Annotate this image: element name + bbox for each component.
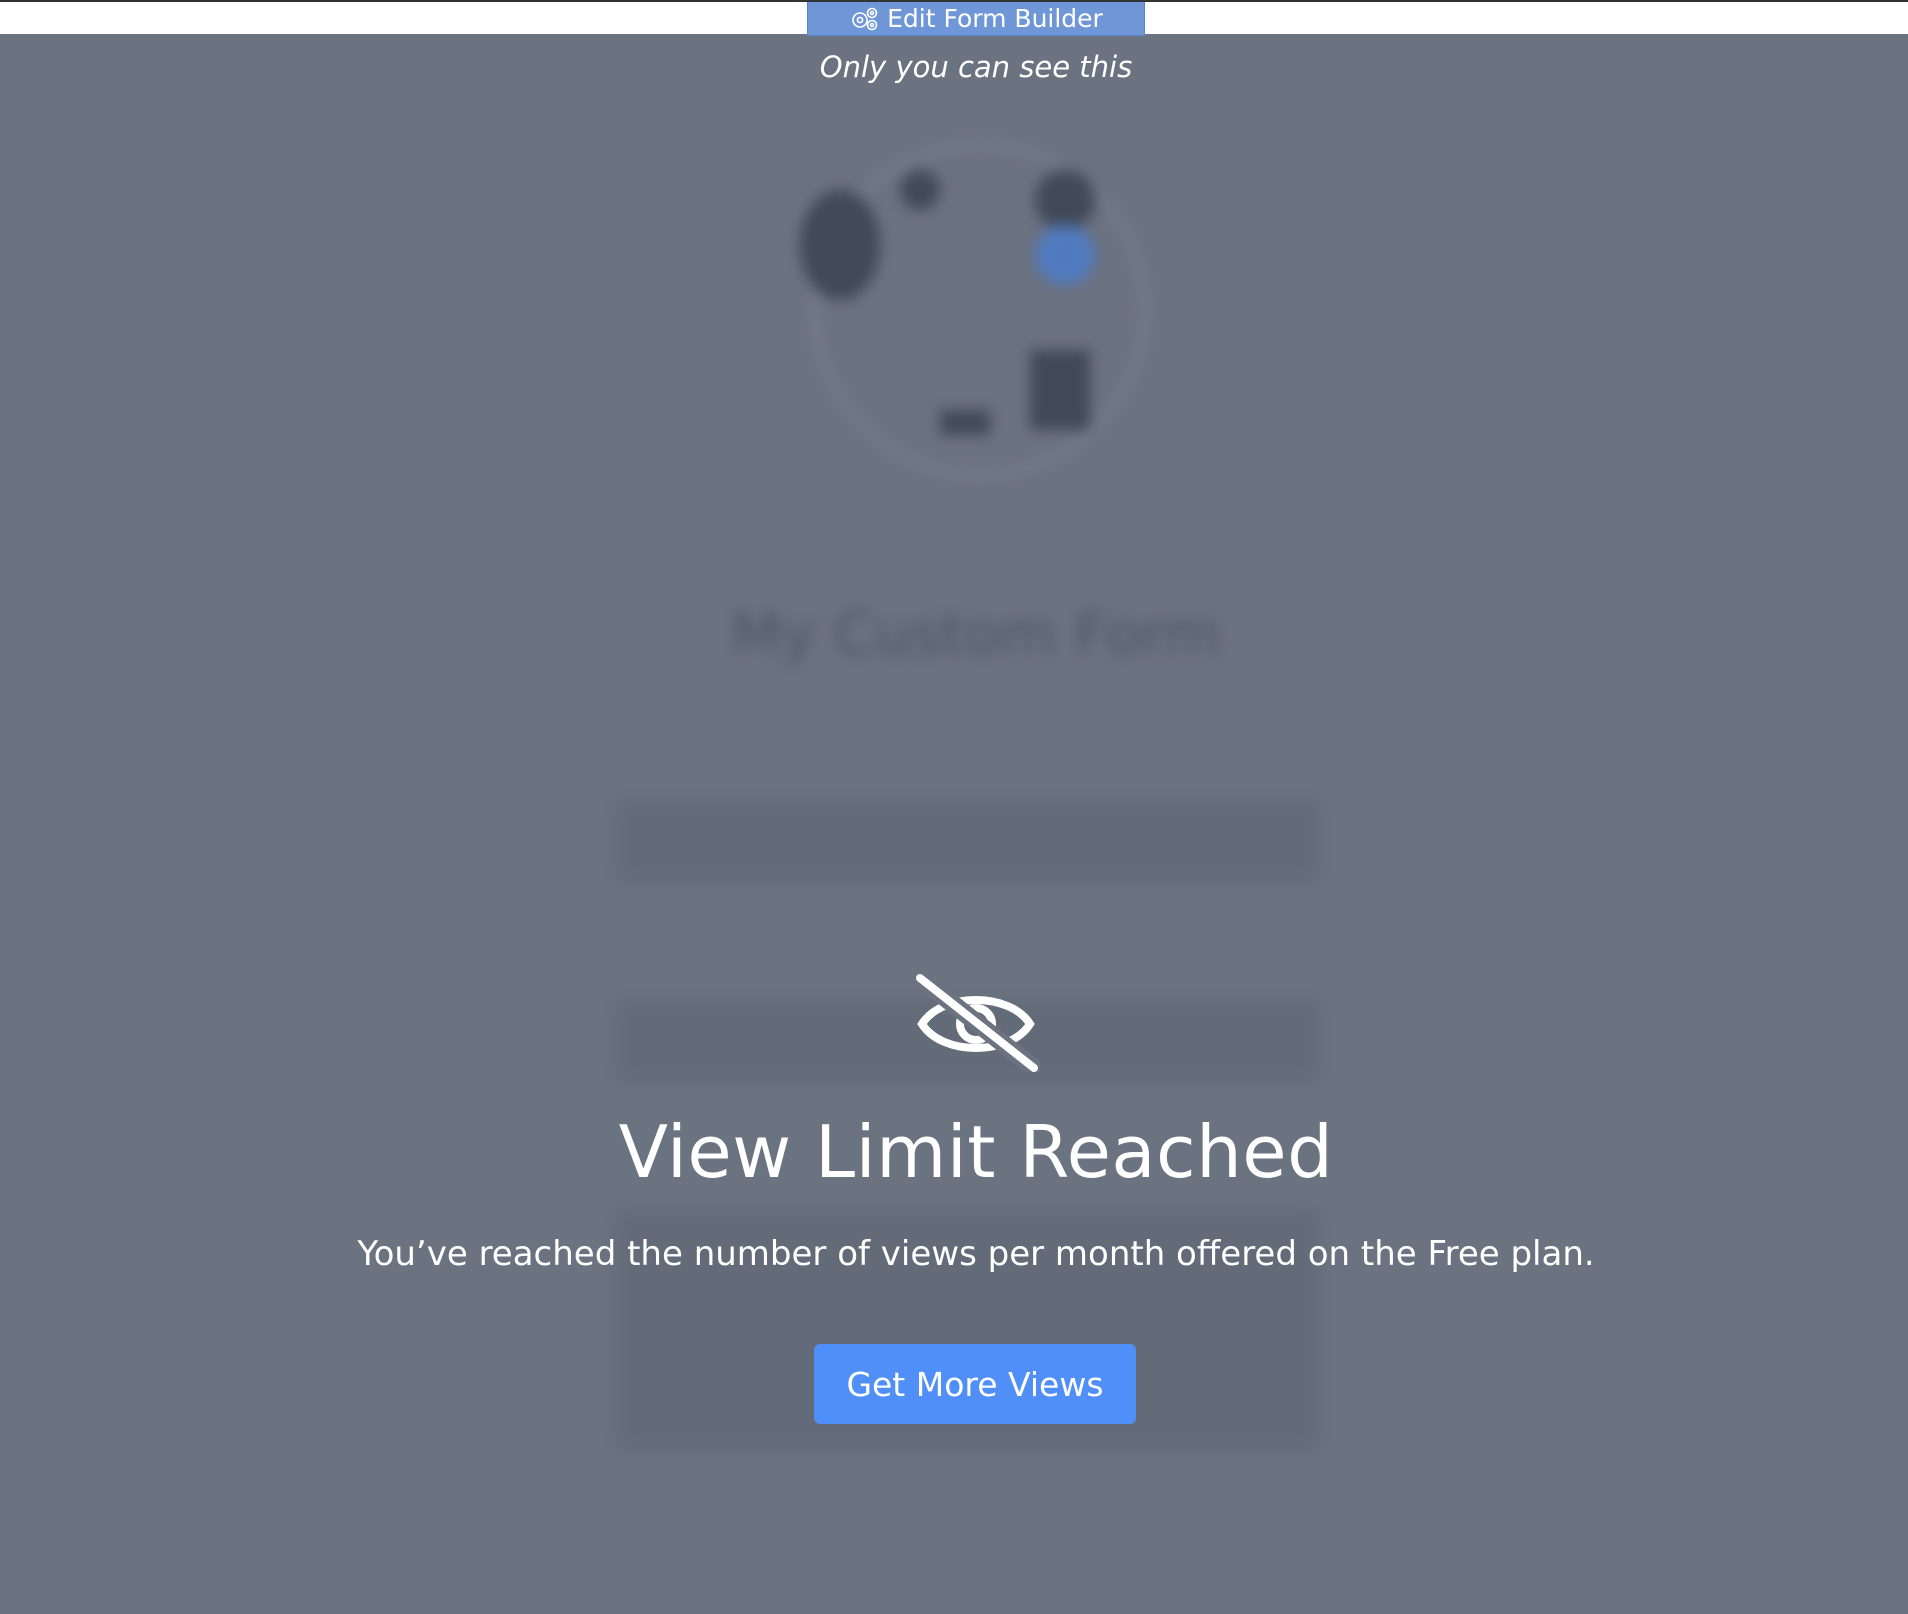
view-limit-overlay: View Limit Reached You’ve reached the nu… [0,0,1908,1614]
overlay-title: View Limit Reached [618,1110,1334,1194]
top-bar: Edit Form Builder [0,0,1908,36]
overlay-message: You’ve reached the number of views per m… [357,1234,1595,1274]
visibility-note: Only you can see this [819,50,1133,84]
gears-icon [852,7,878,30]
edit-form-builder-button[interactable]: Edit Form Builder [807,2,1145,36]
get-more-views-button[interactable]: Get More Views [814,1344,1136,1424]
edit-form-builder-label: Edit Form Builder [887,4,1103,33]
eye-slash-icon [912,972,1040,1072]
